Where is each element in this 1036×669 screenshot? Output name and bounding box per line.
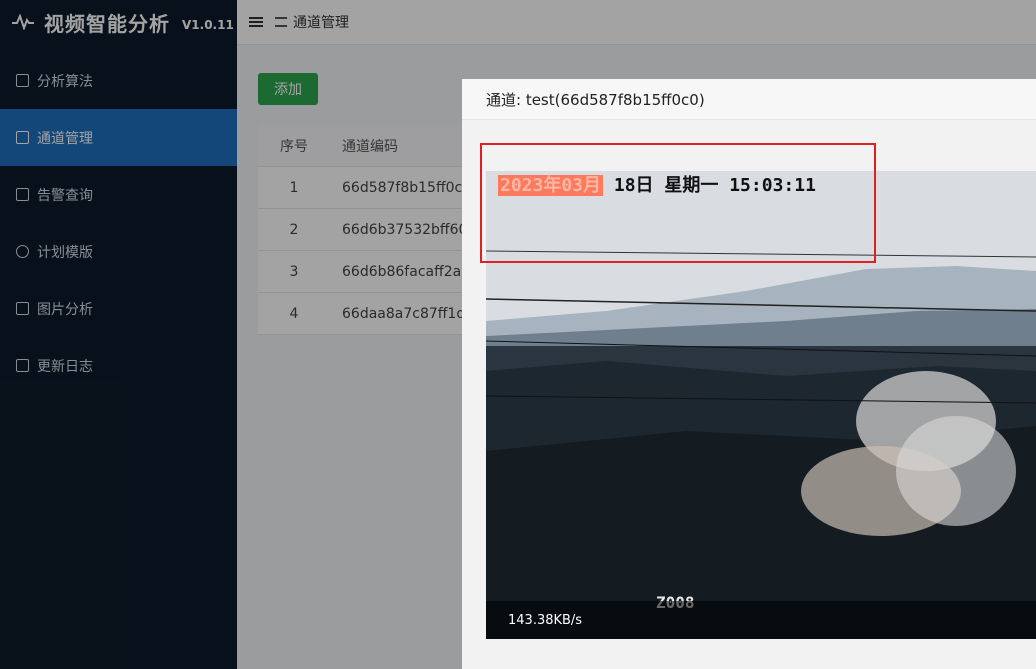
roi-highlight-box [480, 143, 876, 263]
bitrate-bar: 143.38KB/s [486, 601, 1036, 639]
bitrate-text: 143.38KB/s [508, 612, 583, 628]
modal-title: 通道: test(66d587f8b15ff0c0) [462, 79, 1036, 120]
